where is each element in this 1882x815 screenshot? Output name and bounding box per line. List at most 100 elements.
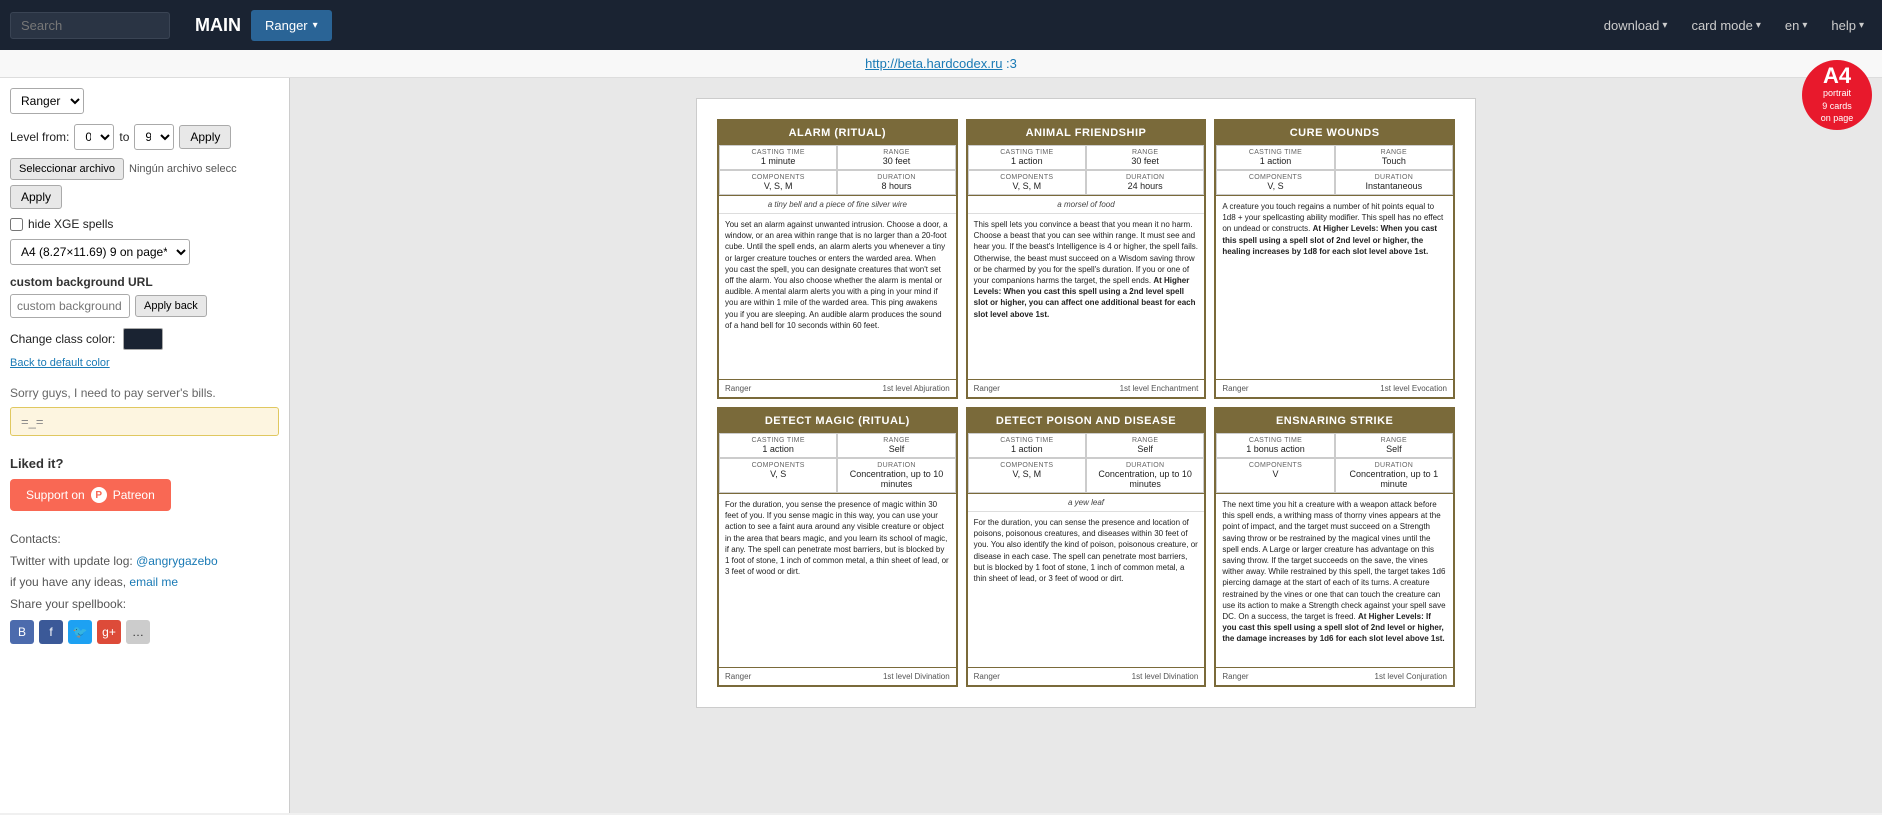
page-size-select[interactable]: A4 (8.27×11.69) 9 on page* Letter 9 on p… <box>10 239 190 265</box>
card-level: 1st level Evocation <box>1380 384 1447 393</box>
card-level: 1st level Divination <box>1132 672 1199 681</box>
email-row: if you have any ideas, email me <box>10 572 279 594</box>
a4-line4: on page <box>1821 112 1854 125</box>
card-name: ALARM (RITUAL) <box>719 121 956 145</box>
class-select[interactable]: Ranger <box>10 88 84 114</box>
twitter-link[interactable]: @angrygazebo <box>136 554 218 568</box>
lang-button[interactable]: en <box>1777 13 1816 38</box>
card-stats: CASTING TIME 1 action RANGE Self COMPONE… <box>719 433 956 494</box>
a4-line2: portrait <box>1823 87 1851 100</box>
card-level: 1st level Abjuration <box>883 384 950 393</box>
level-to-select[interactable]: 9123 <box>134 124 174 150</box>
vk-icon[interactable]: В <box>10 620 34 644</box>
contacts-label: Contacts: <box>10 529 279 551</box>
components-cell: COMPONENTS V, S, M <box>719 170 837 195</box>
share-row: В f 🐦 g+ … <box>10 620 279 644</box>
color-swatch[interactable] <box>123 328 163 350</box>
card-stats: CASTING TIME 1 bonus action RANGE Self C… <box>1216 433 1453 494</box>
card-name: DETECT MAGIC (RITUAL) <box>719 409 956 433</box>
range-cell: RANGE Touch <box>1335 145 1453 170</box>
range-cell: RANGE 30 feet <box>1086 145 1204 170</box>
card-class: Ranger <box>725 672 751 681</box>
level-from-select[interactable]: 0123 <box>74 124 114 150</box>
apply-back-button[interactable]: Apply back <box>135 295 207 317</box>
spell-card: ANIMAL FRIENDSHIP CASTING TIME 1 action … <box>966 119 1207 399</box>
components-cell: COMPONENTS V, S <box>719 458 837 493</box>
download-button[interactable]: download <box>1596 13 1676 38</box>
spell-card: ENSNARING STRIKE CASTING TIME 1 bonus ac… <box>1214 407 1455 687</box>
card-material: a tiny bell and a piece of fine silver w… <box>719 196 956 214</box>
card-footer: Ranger 1st level Enchantment <box>968 379 1205 397</box>
components-cell: COMPONENTS V, S, M <box>968 170 1086 195</box>
liked-label: Liked it? <box>10 456 279 471</box>
card-stats: CASTING TIME 1 action RANGE Self COMPONE… <box>968 433 1205 494</box>
spell-card: DETECT MAGIC (RITUAL) CASTING TIME 1 act… <box>717 407 958 687</box>
spell-card: CURE WOUNDS CASTING TIME 1 action RANGE … <box>1214 119 1455 399</box>
card-name: ANIMAL FRIENDSHIP <box>968 121 1205 145</box>
url-suffix: :3 <box>1002 56 1016 71</box>
casting-time-cell: CASTING TIME 1 action <box>968 433 1086 458</box>
duration-cell: DURATION Concentration, up to 10 minutes <box>837 458 955 493</box>
level-to-label: to <box>119 130 129 144</box>
search-input[interactable] <box>10 12 170 39</box>
bg-url-input[interactable] <box>10 294 130 318</box>
color-label: Change class color: <box>10 332 115 346</box>
hide-xge-checkbox[interactable] <box>10 218 23 231</box>
apply-level-button[interactable]: Apply <box>179 125 231 149</box>
card-stats: CASTING TIME 1 action RANGE 30 feet COMP… <box>968 145 1205 196</box>
level-from-label: Level from: <box>10 130 69 144</box>
spell-card: DETECT POISON AND DISEASE CASTING TIME 1… <box>966 407 1207 687</box>
card-body: This spell lets you convince a beast tha… <box>968 214 1205 379</box>
duration-cell: DURATION Concentration, up to 10 minutes <box>1086 458 1204 493</box>
file-choose-row: Seleccionar archivo Ningún archivo selec… <box>10 158 279 180</box>
more-icon[interactable]: … <box>126 620 150 644</box>
apply-file-button[interactable]: Apply <box>10 185 62 209</box>
card-material: a morsel of food <box>968 196 1205 214</box>
card-name: ENSNARING STRIKE <box>1216 409 1453 433</box>
card-stats: CASTING TIME 1 minute RANGE 30 feet COMP… <box>719 145 956 196</box>
back-default-link[interactable]: Back to default color <box>10 355 279 369</box>
casting-time-cell: CASTING TIME 1 action <box>1216 145 1334 170</box>
bg-url-label: custom background URL <box>10 275 279 289</box>
duration-cell: DURATION 8 hours <box>837 170 955 195</box>
nav-right-group: download card mode en help <box>1596 13 1872 38</box>
file-no-file-label: Ningún archivo selecc <box>129 163 237 175</box>
main-content: ALARM (RITUAL) CASTING TIME 1 minute RAN… <box>290 78 1882 813</box>
hide-xge-row: hide XGE spells <box>10 217 279 231</box>
email-link[interactable]: email me <box>129 575 178 589</box>
help-button[interactable]: help <box>1823 13 1872 38</box>
contacts-section: Contacts: Twitter with update log: @angr… <box>10 529 279 644</box>
card-footer: Ranger 1st level Conjuration <box>1216 667 1453 685</box>
spell-card: ALARM (RITUAL) CASTING TIME 1 minute RAN… <box>717 119 958 399</box>
card-body: You set an alarm against unwanted intrus… <box>719 214 956 379</box>
facebook-icon[interactable]: f <box>39 620 63 644</box>
casting-time-cell: CASTING TIME 1 action <box>968 145 1086 170</box>
file-choose-button[interactable]: Seleccionar archivo <box>10 158 124 180</box>
bg-url-section: custom background URL Apply back <box>10 275 279 318</box>
duration-cell: DURATION 24 hours <box>1086 170 1204 195</box>
range-cell: RANGE Self <box>1086 433 1204 458</box>
hide-xge-label: hide XGE spells <box>28 217 113 231</box>
donation-box: =_= <box>10 407 279 436</box>
url-link[interactable]: http://beta.hardcodex.ru <box>865 56 1002 71</box>
a4-line3: 9 cards <box>1822 100 1852 113</box>
duration-cell: DURATION Instantaneous <box>1335 170 1453 195</box>
patreon-button[interactable]: Support on P Patreon <box>10 479 171 511</box>
google-plus-icon[interactable]: g+ <box>97 620 121 644</box>
a4-letter: A4 <box>1823 65 1851 87</box>
card-body: A creature you touch regains a number of… <box>1216 196 1453 379</box>
casting-time-cell: CASTING TIME 1 bonus action <box>1216 433 1334 458</box>
range-cell: RANGE 30 feet <box>837 145 955 170</box>
top-navigation: MAIN Ranger download card mode en help <box>0 0 1882 50</box>
card-body: For the duration, you sense the presence… <box>719 494 956 667</box>
components-cell: COMPONENTS V, S, M <box>968 458 1086 493</box>
twitter-share-icon[interactable]: 🐦 <box>68 620 92 644</box>
ranger-dropdown[interactable]: Ranger <box>251 10 332 41</box>
patreon-platform-label: Patreon <box>113 488 155 502</box>
card-footer: Ranger 1st level Evocation <box>1216 379 1453 397</box>
casting-time-cell: CASTING TIME 1 action <box>719 433 837 458</box>
card-class: Ranger <box>974 672 1000 681</box>
casting-time-cell: CASTING TIME 1 minute <box>719 145 837 170</box>
card-class: Ranger <box>1222 384 1248 393</box>
card-mode-button[interactable]: card mode <box>1683 13 1768 38</box>
